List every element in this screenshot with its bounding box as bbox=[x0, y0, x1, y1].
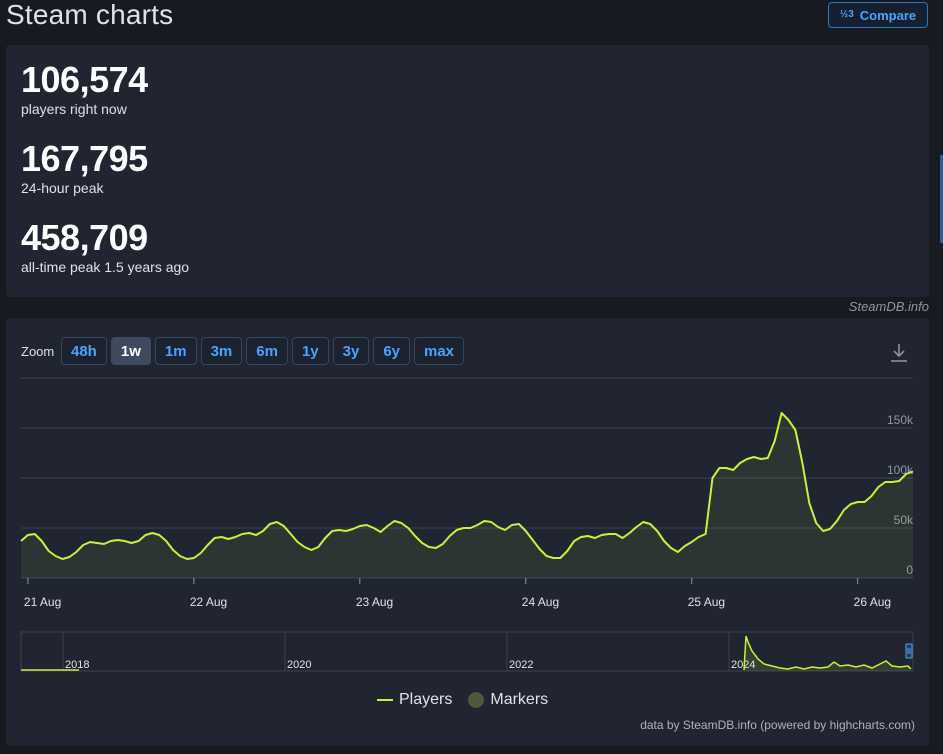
stat-value: 458,709 bbox=[21, 217, 148, 258]
x-tick-label: 21 Aug bbox=[24, 595, 61, 609]
players-line-icon bbox=[377, 699, 393, 701]
navigator-frame[interactable] bbox=[20, 631, 914, 672]
stat-value: 106,574 bbox=[21, 59, 148, 100]
stat-24h-peak: 167,795 24-hour peak bbox=[21, 140, 148, 197]
navigator-year-label: 2018 bbox=[65, 659, 89, 671]
stat-label: all-time peak 1.5 years ago bbox=[21, 259, 190, 275]
compare-label: Compare bbox=[859, 7, 917, 23]
download-icon[interactable] bbox=[889, 342, 909, 364]
chart-legend: Players Markers bbox=[377, 691, 548, 709]
navigator-year-label: 2022 bbox=[509, 659, 533, 671]
steamdb-watermark: SteamDB.info bbox=[848, 299, 929, 314]
legend-markers[interactable]: Markers bbox=[468, 691, 548, 709]
zoom-button-3y[interactable]: 3y bbox=[332, 337, 370, 365]
stat-value: 167,795 bbox=[21, 138, 148, 179]
players-area bbox=[21, 413, 913, 578]
zoom-button-48h[interactable]: 48h bbox=[61, 337, 107, 365]
navigator-handle[interactable] bbox=[905, 643, 913, 659]
chart-credits[interactable]: data by SteamDB.info (powered by highcha… bbox=[640, 718, 915, 732]
x-tick-label: 24 Aug bbox=[522, 595, 559, 609]
x-tick-label: 26 Aug bbox=[854, 595, 891, 609]
stat-label: players right now bbox=[21, 101, 127, 117]
zoom-button-max[interactable]: max bbox=[414, 337, 465, 365]
legend-players-label: Players bbox=[399, 691, 453, 708]
chart-panel: Zoom 48h1w1m3m6m1y3y6ymax 050k100k150k21… bbox=[6, 318, 929, 746]
legend-markers-label: Markers bbox=[490, 691, 549, 708]
zoom-button-1y[interactable]: 1y bbox=[291, 337, 329, 365]
zoom-button-1m[interactable]: 1m bbox=[154, 337, 197, 365]
x-tick-label: 25 Aug bbox=[688, 595, 725, 609]
y-tick-label: 150k bbox=[887, 413, 914, 427]
x-tick-label: 23 Aug bbox=[356, 595, 393, 609]
player-chart[interactable]: 050k100k150k21 Aug22 Aug23 Aug24 Aug25 A… bbox=[6, 368, 929, 678]
zoom-label: Zoom bbox=[21, 344, 55, 359]
stat-label: 24-hour peak bbox=[21, 180, 104, 196]
legend-players[interactable]: Players bbox=[377, 691, 452, 709]
compare-button[interactable]: ½3 Compare bbox=[828, 2, 928, 28]
zoom-button-3m[interactable]: 3m bbox=[200, 337, 243, 365]
zoom-button-6y[interactable]: 6y bbox=[373, 337, 410, 365]
page-title: Steam charts bbox=[6, 0, 174, 30]
zoom-button-6m[interactable]: 6m bbox=[246, 337, 288, 365]
navigator-year-label: 2020 bbox=[287, 659, 311, 671]
markers-dot-icon bbox=[468, 692, 485, 708]
stats-panel: 106,574 players right now 167,795 24-hou… bbox=[6, 45, 929, 297]
zoom-button-1w[interactable]: 1w bbox=[110, 337, 151, 365]
fraction-icon: ½3 bbox=[839, 9, 854, 20]
zoom-button-group: 48h 1w 1m 3m 6m 1y 3y 6y max bbox=[61, 337, 465, 365]
stat-all-time-peak: 458,709 all-time peak 1.5 years ago bbox=[21, 219, 189, 276]
stat-current-players: 106,574 players right now bbox=[21, 61, 148, 118]
x-tick-label: 22 Aug bbox=[190, 595, 227, 609]
